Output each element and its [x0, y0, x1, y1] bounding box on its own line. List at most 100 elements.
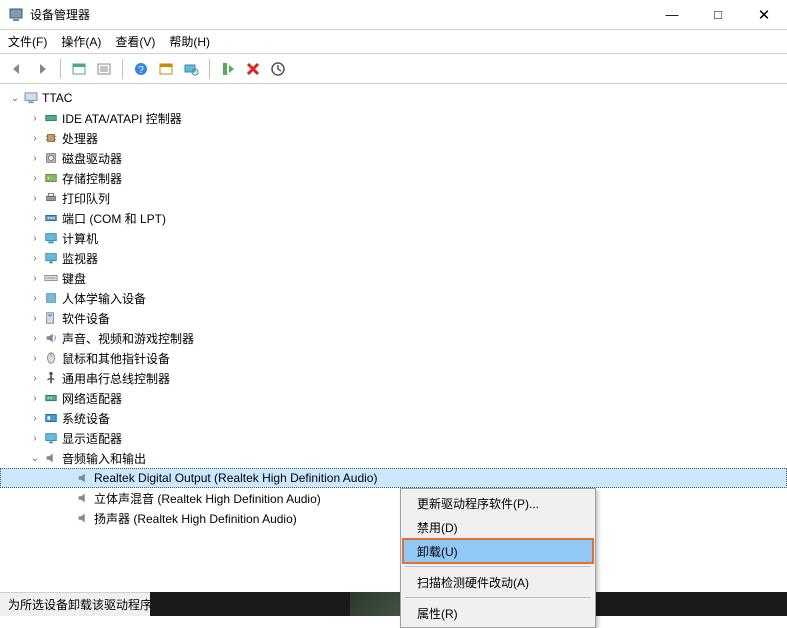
maximize-button[interactable]: □ [695, 0, 741, 29]
category-node[interactable]: ›端口 (COM 和 LPT) [0, 208, 787, 228]
minimize-button[interactable]: — [649, 0, 695, 29]
category-node[interactable]: ›系统设备 [0, 408, 787, 428]
display-icon [42, 431, 60, 445]
expander-icon[interactable]: › [28, 213, 42, 224]
device-tree[interactable]: ⌄ TTAC ›IDE ATA/ATAPI 控制器›处理器›磁盘驱动器›存储控制… [0, 84, 787, 588]
category-node[interactable]: ›软件设备 [0, 308, 787, 328]
root-node[interactable]: ⌄ TTAC [0, 88, 787, 108]
monitor-icon [42, 251, 60, 265]
toolbar-separator [122, 59, 123, 79]
expander-icon[interactable]: › [28, 113, 42, 124]
port-icon [42, 211, 60, 225]
category-label: IDE ATA/ATAPI 控制器 [62, 110, 182, 127]
action-button[interactable] [155, 58, 177, 80]
category-label: 存储控制器 [62, 170, 122, 187]
svg-text:?: ? [138, 65, 144, 76]
category-node[interactable]: › 计算机 [0, 228, 787, 248]
expander-icon[interactable]: › [28, 373, 42, 384]
category-node[interactable]: ›声音、视频和游戏控制器 [0, 328, 787, 348]
ctx-uninstall[interactable]: 卸载(U) [403, 539, 593, 563]
category-node[interactable]: ›监视器 [0, 248, 787, 268]
category-audio[interactable]: ⌄ 音频输入和输出 [0, 448, 787, 468]
root-label: TTAC [42, 91, 72, 105]
category-label: 音频输入和输出 [62, 450, 146, 467]
device-node[interactable]: 扬声器 (Realtek High Definition Audio) [0, 508, 787, 528]
menu-action[interactable]: 操作(A) [61, 33, 101, 50]
expander-icon[interactable]: ⌄ [28, 453, 42, 464]
category-label: 网络适配器 [62, 390, 122, 407]
category-node[interactable]: ›通用串行总线控制器 [0, 368, 787, 388]
expander-icon[interactable]: › [28, 293, 42, 304]
expander-icon[interactable]: ⌄ [8, 93, 22, 104]
category-node[interactable]: › 网络适配器 [0, 388, 787, 408]
expander-icon[interactable]: › [28, 413, 42, 424]
category-label: 计算机 [62, 230, 98, 247]
status-text: 为所选设备卸载该驱动程序。 [8, 596, 164, 613]
menu-view[interactable]: 查看(V) [115, 33, 155, 50]
computer-icon [42, 231, 60, 245]
menu-file[interactable]: 文件(F) [8, 33, 47, 50]
category-node[interactable]: ›鼠标和其他指针设备 [0, 348, 787, 368]
expander-icon[interactable]: › [28, 193, 42, 204]
expander-icon[interactable]: › [28, 393, 42, 404]
hid-icon [42, 291, 60, 305]
disk-icon [42, 151, 60, 165]
expander-icon[interactable]: › [28, 273, 42, 284]
back-button[interactable] [6, 58, 28, 80]
device-label: Realtek Digital Output (Realtek High Def… [94, 471, 377, 485]
properties-button[interactable] [93, 58, 115, 80]
expander-icon[interactable]: › [28, 233, 42, 244]
update-driver-button[interactable] [267, 58, 289, 80]
device-node[interactable]: 立体声混音 (Realtek High Definition Audio) [0, 488, 787, 508]
enable-button[interactable] [217, 58, 239, 80]
usb-icon [42, 371, 60, 385]
storage-icon [42, 171, 60, 185]
ctx-update-driver[interactable]: 更新驱动程序软件(P)... [403, 491, 593, 515]
titlebar: 设备管理器 — □ ✕ [0, 0, 787, 30]
category-node[interactable]: ›显示适配器 [0, 428, 787, 448]
expander-icon[interactable]: › [28, 433, 42, 444]
category-label: 磁盘驱动器 [62, 150, 122, 167]
category-label: 人体学输入设备 [62, 290, 146, 307]
toolbar-separator [209, 59, 210, 79]
printer-icon [42, 191, 60, 205]
app-icon [8, 7, 24, 23]
expander-icon[interactable]: › [28, 313, 42, 324]
menu-help[interactable]: 帮助(H) [169, 33, 210, 50]
category-node[interactable]: › 存储控制器 [0, 168, 787, 188]
ctx-separator [405, 597, 591, 598]
context-menu: 更新驱动程序软件(P)... 禁用(D) 卸载(U) 扫描检测硬件改动(A) 属… [400, 488, 596, 628]
network-icon [42, 391, 60, 405]
expander-icon[interactable]: › [28, 173, 42, 184]
menubar: 文件(F) 操作(A) 查看(V) 帮助(H) [0, 30, 787, 54]
category-node[interactable]: › 磁盘驱动器 [0, 148, 787, 168]
computer-icon [22, 92, 40, 104]
device-label: 扬声器 (Realtek High Definition Audio) [94, 510, 297, 527]
close-button[interactable]: ✕ [741, 0, 787, 29]
window-title: 设备管理器 [30, 6, 649, 23]
expander-icon[interactable]: › [28, 353, 42, 364]
category-label: 键盘 [62, 270, 86, 287]
scan-hardware-button[interactable] [180, 58, 202, 80]
expander-icon[interactable]: › [28, 333, 42, 344]
category-node[interactable]: ›打印队列 [0, 188, 787, 208]
expander-icon[interactable]: › [28, 133, 42, 144]
system-icon [42, 411, 60, 425]
category-node[interactable]: › 键盘 [0, 268, 787, 288]
uninstall-button[interactable] [242, 58, 264, 80]
help-button[interactable]: ? [130, 58, 152, 80]
ide-icon [42, 111, 60, 125]
expander-icon[interactable]: › [28, 153, 42, 164]
device-node[interactable]: Realtek Digital Output (Realtek High Def… [0, 468, 787, 488]
speaker-icon [74, 491, 92, 505]
category-node[interactable]: › 人体学输入设备 [0, 288, 787, 308]
ctx-disable[interactable]: 禁用(D) [403, 515, 593, 539]
show-hide-button[interactable] [68, 58, 90, 80]
category-node[interactable]: ›处理器 [0, 128, 787, 148]
ctx-properties[interactable]: 属性(R) [403, 601, 593, 625]
forward-button[interactable] [31, 58, 53, 80]
category-node[interactable]: › IDE ATA/ATAPI 控制器 [0, 108, 787, 128]
expander-icon[interactable]: › [28, 253, 42, 264]
ctx-scan-hardware[interactable]: 扫描检测硬件改动(A) [403, 570, 593, 594]
device-label: 立体声混音 (Realtek High Definition Audio) [94, 490, 321, 507]
